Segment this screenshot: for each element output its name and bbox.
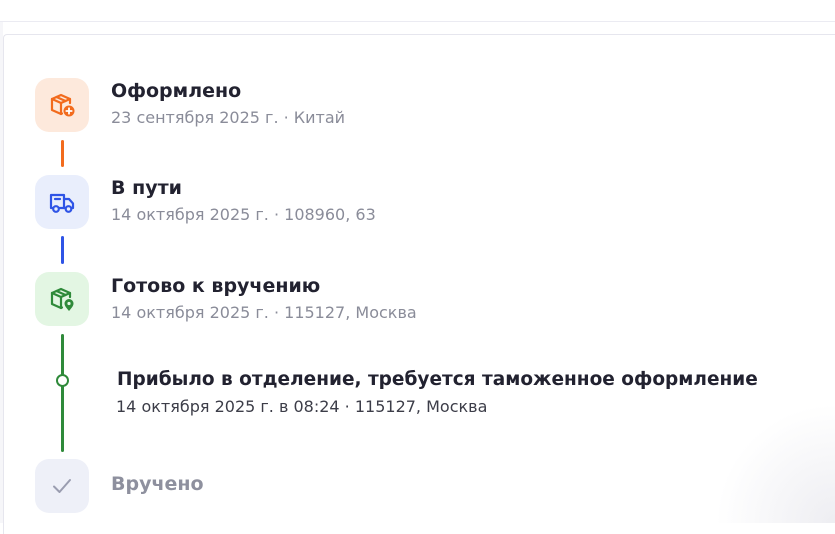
- step-delivered-icon-box: [35, 459, 89, 513]
- timeline-connector: [61, 334, 64, 452]
- timeline-connector: [61, 236, 64, 264]
- top-bar: [0, 0, 835, 22]
- timeline-connector: [61, 140, 64, 167]
- timeline-event-dot: [56, 374, 69, 387]
- step-title: Вручено: [111, 473, 204, 495]
- step-in-transit-icon-box: [35, 175, 89, 229]
- check-icon: [47, 471, 77, 501]
- step-title: Оформлено: [111, 80, 241, 102]
- event-title: Прибыло в отделение, требуется таможенно…: [117, 369, 758, 390]
- step-subtitle: 23 сентября 2025 г. · Китай: [111, 108, 345, 127]
- step-ready-icon-box: [35, 272, 89, 326]
- step-registered-icon-box: [35, 78, 89, 132]
- event-subtitle: 14 октября 2025 г. в 08:24 · 115127, Мос…: [116, 397, 487, 416]
- step-title: В пути: [111, 177, 182, 199]
- step-subtitle: 14 октября 2025 г. · 115127, Москва: [111, 303, 417, 322]
- step-title: Готово к вручению: [111, 275, 320, 297]
- box-location-icon: [47, 284, 77, 314]
- box-plus-icon: [47, 90, 77, 120]
- step-subtitle: 14 октября 2025 г. · 108960, 63: [111, 205, 376, 224]
- truck-icon: [47, 187, 77, 217]
